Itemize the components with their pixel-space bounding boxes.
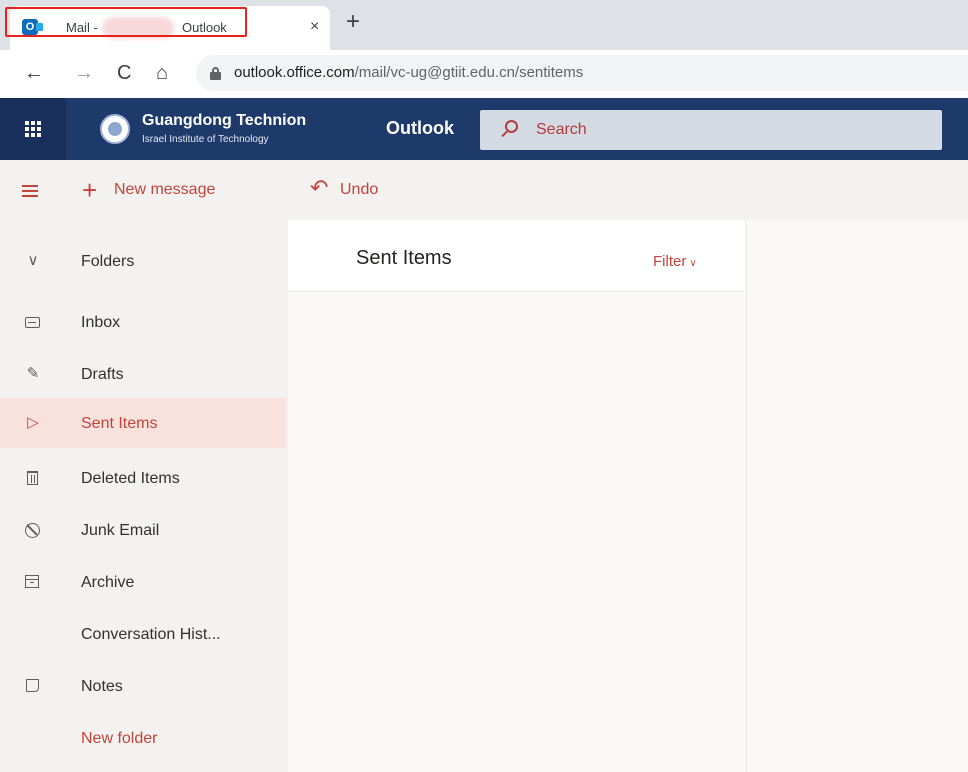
folder-item-drafts[interactable]: ✎ Drafts bbox=[0, 354, 286, 394]
folder-label: Sent Items bbox=[81, 415, 158, 432]
app-name[interactable]: Outlook bbox=[386, 118, 454, 139]
browser-tab-strip: O Mail - Outlook × + bbox=[0, 0, 968, 50]
undo-button[interactable]: Undo bbox=[340, 181, 378, 199]
folder-item-junk-email[interactable]: Junk Email bbox=[0, 510, 286, 550]
forward-button[interactable]: → bbox=[74, 62, 94, 84]
tab-close-button[interactable]: × bbox=[310, 18, 319, 36]
address-bar[interactable]: outlook.office.com/mail/vc-ug@gtiit.edu.… bbox=[196, 55, 968, 91]
folder-item-deleted-items[interactable]: Deleted Items bbox=[0, 458, 286, 498]
new-folder-label: New folder bbox=[81, 730, 158, 747]
pencil-icon: ✎ bbox=[26, 365, 40, 382]
home-button[interactable]: ⌂ bbox=[156, 62, 168, 84]
new-folder-button[interactable]: New folder bbox=[0, 718, 286, 758]
search-input[interactable]: Search bbox=[480, 110, 942, 150]
browser-toolbar: ← → C ⌂ outlook.office.com/mail/vc-ug@gt… bbox=[0, 50, 968, 98]
app-launcher-button[interactable] bbox=[0, 98, 66, 160]
folder-item-inbox[interactable]: Inbox bbox=[0, 302, 286, 342]
filter-label: Filter bbox=[653, 253, 687, 270]
undo-icon[interactable]: ↶ bbox=[310, 177, 328, 199]
folder-label: Junk Email bbox=[81, 522, 160, 539]
message-list: Sent Items Filter ∨ bbox=[288, 220, 746, 772]
folder-label: Archive bbox=[81, 574, 135, 591]
org-subtitle: Israel Institute of Technology bbox=[142, 134, 269, 145]
waffle-icon bbox=[25, 121, 41, 137]
new-tab-button[interactable]: + bbox=[346, 10, 360, 34]
reading-pane bbox=[746, 220, 968, 772]
tab-highlight-box bbox=[5, 7, 247, 37]
folders-header[interactable]: ∨ Folders bbox=[0, 241, 286, 281]
archive-icon bbox=[25, 575, 39, 588]
note-icon bbox=[26, 679, 39, 692]
trash-icon bbox=[27, 471, 38, 485]
folder-item-sent-items[interactable]: ▷ Sent Items bbox=[0, 398, 286, 448]
search-icon bbox=[500, 120, 518, 138]
university-logo-icon[interactable] bbox=[100, 114, 130, 144]
suite-header: Guangdong Technion Israel Institute of T… bbox=[0, 98, 968, 160]
folder-item-conversation-history[interactable]: Conversation Hist... bbox=[0, 614, 286, 654]
folder-label: Drafts bbox=[81, 366, 124, 383]
chevron-down-icon[interactable]: ∨ bbox=[24, 252, 42, 270]
url-path: /mail/vc-ug@gtiit.edu.cn/sentitems bbox=[354, 64, 584, 81]
folder-pane: ∨ Folders Inbox ✎ Drafts ▷ Sent Items De… bbox=[0, 220, 288, 772]
reload-button[interactable]: C bbox=[117, 62, 131, 84]
block-icon bbox=[25, 523, 40, 538]
hamburger-menu-icon[interactable] bbox=[22, 185, 38, 197]
back-button[interactable]: ← bbox=[24, 62, 44, 84]
folder-label: Notes bbox=[81, 678, 123, 695]
send-icon: ▷ bbox=[27, 414, 39, 431]
folders-header-label: Folders bbox=[81, 253, 135, 270]
lock-icon[interactable] bbox=[210, 67, 221, 80]
url-host: outlook.office.com bbox=[234, 64, 355, 81]
plus-icon[interactable]: + bbox=[82, 177, 97, 203]
filter-button[interactable]: Filter ∨ bbox=[653, 253, 697, 270]
url-text[interactable]: outlook.office.com/mail/vc-ug@gtiit.edu.… bbox=[234, 64, 583, 81]
new-message-button[interactable]: New message bbox=[114, 181, 215, 199]
org-name[interactable]: Guangdong Technion bbox=[142, 112, 306, 130]
folder-label: Deleted Items bbox=[81, 470, 180, 487]
search-placeholder: Search bbox=[536, 121, 587, 138]
folder-item-notes[interactable]: Notes bbox=[0, 666, 286, 706]
page-title: Sent Items bbox=[356, 247, 452, 269]
folder-label: Inbox bbox=[81, 314, 121, 331]
command-bar: + New message ↶ Undo bbox=[0, 160, 968, 220]
chevron-down-icon: ∨ bbox=[689, 258, 697, 269]
inbox-icon bbox=[25, 317, 40, 328]
folder-label: Conversation Hist... bbox=[81, 626, 221, 643]
message-list-header: Sent Items Filter ∨ bbox=[288, 220, 744, 292]
folder-item-archive[interactable]: Archive bbox=[0, 562, 286, 602]
